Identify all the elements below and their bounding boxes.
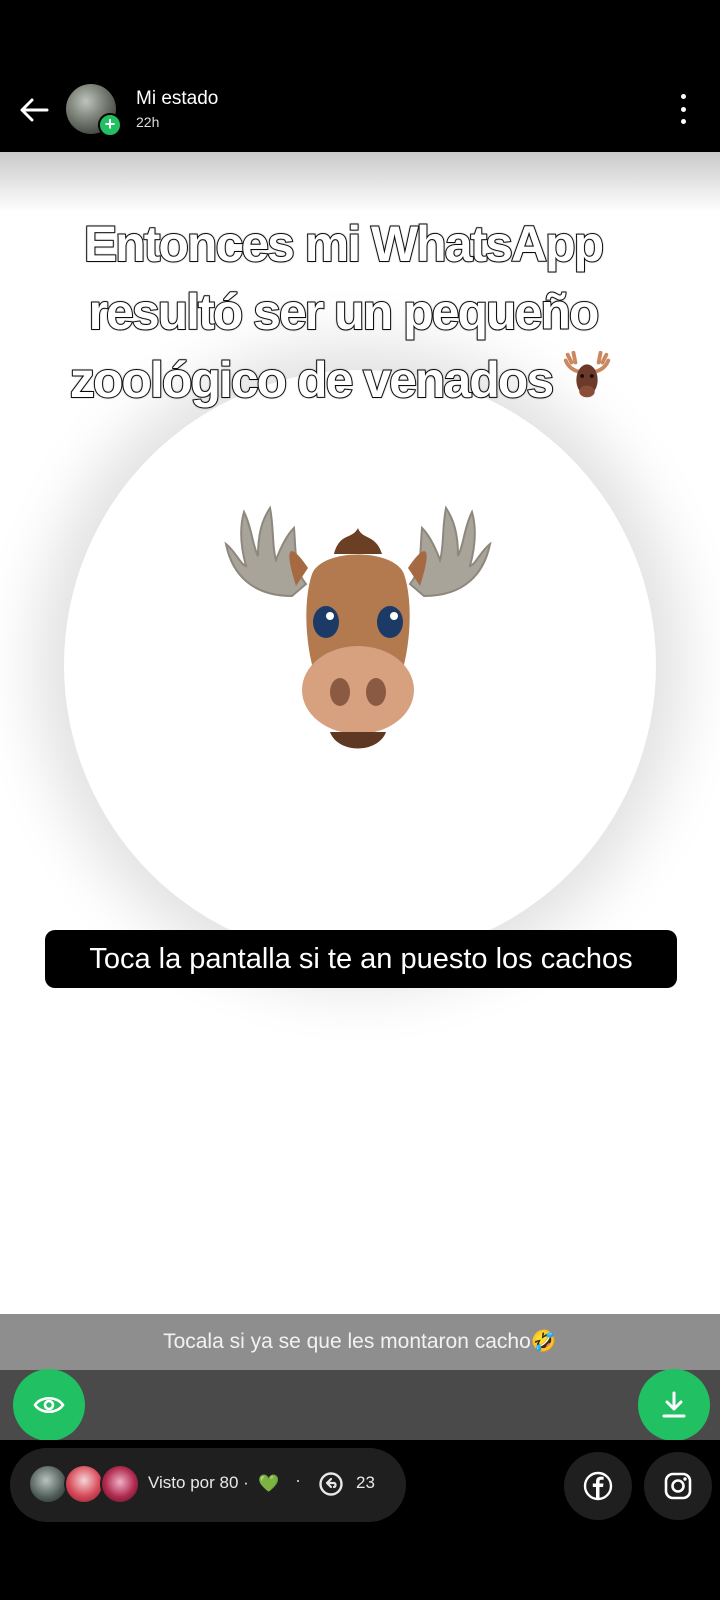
views-button[interactable]: [13, 1369, 85, 1441]
moose-emoji-icon: [563, 350, 611, 398]
download-button[interactable]: [638, 1369, 710, 1441]
back-button[interactable]: [14, 92, 54, 128]
arrow-left-icon: [20, 98, 49, 122]
action-bar: [0, 1370, 720, 1440]
instagram-share-button[interactable]: [644, 1452, 712, 1520]
headline-text: Entonces mi WhatsApp resultó ser un pequ…: [28, 210, 658, 414]
more-options-button[interactable]: [676, 94, 690, 124]
heart-icon: 💚: [258, 1474, 280, 1493]
more-vertical-icon: [680, 94, 686, 99]
reshare-icon: [319, 1472, 343, 1496]
status-reply-text: Tocala si ya se que les montaron cacho🤣: [0, 1314, 720, 1370]
instagram-icon: [664, 1472, 692, 1500]
top-gradient: [0, 152, 720, 212]
facebook-icon: [583, 1471, 613, 1501]
viewer-avatar: [28, 1464, 68, 1504]
reshare-count: 23: [356, 1473, 375, 1492]
viewer-avatar: [100, 1464, 140, 1504]
download-icon: [662, 1391, 686, 1418]
moose-emoji: [224, 505, 492, 749]
status-media[interactable]: Entonces mi WhatsApp resultó ser un pequ…: [0, 152, 720, 1314]
eye-icon: [33, 1396, 65, 1414]
facebook-share-button[interactable]: [564, 1452, 632, 1520]
separator: ·: [295, 1470, 301, 1490]
status-title: Mi estado: [136, 88, 219, 109]
viewer-avatar: [64, 1464, 104, 1504]
caption-text: Toca la pantalla si te an puesto los cac…: [45, 930, 677, 988]
add-status-badge[interactable]: +: [98, 113, 122, 137]
status-time: 22h: [136, 114, 160, 130]
seen-count: Visto por 80 ·: [148, 1473, 249, 1492]
